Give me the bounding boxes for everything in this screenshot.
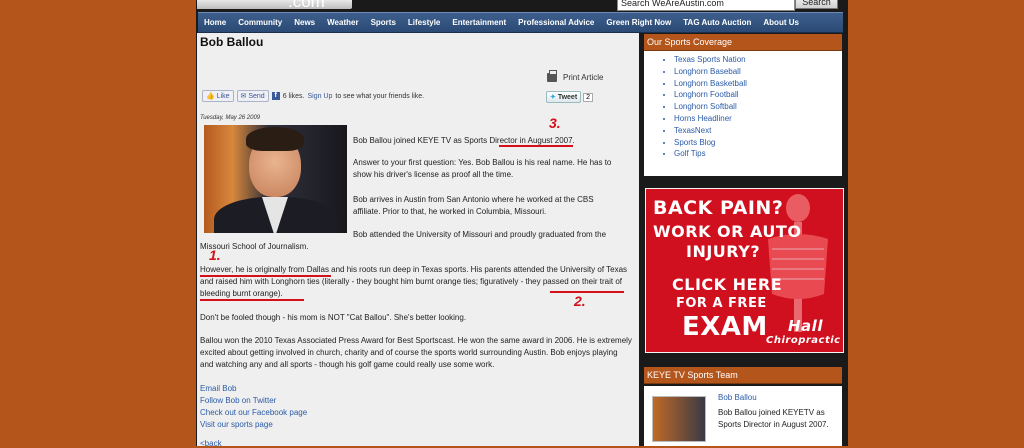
facebook-widget: 👍 Like ✉ Send f 6 likes. Sign Up to see … [202, 90, 424, 102]
ad-headline-6: EXAM [682, 312, 768, 342]
team-member-desc: Bob Ballou joined KEYETV as Sports Direc… [718, 408, 829, 429]
coverage-link[interactable]: Longhorn Basketball [674, 78, 842, 90]
facebook-signup-text: to see what your friends like. [335, 92, 425, 100]
article-date: Tuesday, May 26 2009 [200, 115, 261, 121]
annotation-2: 2. [574, 293, 586, 309]
paragraph-dallas: However, he is originally from Dallas an… [200, 265, 628, 298]
nav-tag-auto-auction[interactable]: TAG Auto Auction [677, 18, 757, 27]
coverage-link[interactable]: Golf Tips [674, 148, 842, 160]
coverage-link[interactable]: Sports Blog [674, 137, 842, 149]
nav-news[interactable]: News [288, 18, 321, 27]
search-input[interactable] [617, 0, 795, 11]
tweet-button[interactable]: ✦ Tweet [546, 91, 582, 103]
tweet-widget: ✦ Tweet 2 [546, 91, 594, 103]
nav-green-right-now[interactable]: Green Right Now [600, 18, 677, 27]
ad-headline-3: INJURY? [686, 242, 761, 261]
coverage-link[interactable]: Longhorn Baseball [674, 66, 842, 78]
annotation-2-underline-b [550, 291, 624, 293]
annotation-2-underline-a [200, 299, 304, 301]
chiropractic-ad-banner[interactable]: BACK PAIN? WORK OR AUTO INJURY? CLICK HE… [645, 188, 844, 353]
printer-icon [547, 70, 557, 82]
photo-hair [246, 127, 304, 151]
email-bob-link[interactable]: Email Bob [200, 383, 307, 395]
nav-community[interactable]: Community [232, 18, 288, 27]
annotation-3: 3. [549, 115, 561, 131]
ad-headline-2: WORK OR AUTO [653, 222, 802, 241]
nav-entertainment[interactable]: Entertainment [446, 18, 512, 27]
facebook-signup-link[interactable]: Sign Up [307, 93, 332, 100]
paragraph-san-antonio: Bob arrives in Austin from San Antonio w… [353, 195, 594, 216]
follow-bob-twitter-link[interactable]: Follow Bob on Twitter [200, 395, 307, 407]
print-article-label: Print Article [563, 73, 604, 82]
sports-page-link[interactable]: Visit our sports page [200, 419, 307, 431]
coverage-link[interactable]: Texas Sports Nation [674, 54, 842, 66]
coverage-link[interactable]: TexasNext [674, 125, 842, 137]
bob-ballou-photo [204, 125, 347, 233]
back-link[interactable]: <back [200, 439, 222, 448]
ad-headline-4: CLICK HERE [672, 275, 783, 294]
coverage-link[interactable]: Longhorn Softball [674, 101, 842, 113]
sports-team-box: Bob Ballou Bob Ballou joined KEYETV as S… [644, 386, 842, 446]
paragraph-real-name: Answer to your first question: Yes. Bob … [353, 158, 612, 179]
facebook-send-button[interactable]: ✉ Send [236, 90, 269, 102]
annotation-1-underline [200, 275, 331, 277]
twitter-bird-icon: ✦ [550, 94, 556, 101]
main-nav: Home Community News Weather Sports Lifes… [198, 12, 843, 33]
nav-professional-advice[interactable]: Professional Advice [512, 18, 600, 27]
coverage-link[interactable]: Longhorn Football [674, 89, 842, 101]
ad-headline-1: BACK PAIN? [653, 197, 784, 219]
print-article-button[interactable]: Print Article [547, 70, 604, 82]
nav-about-us[interactable]: About Us [757, 18, 805, 27]
nav-lifestyle[interactable]: Lifestyle [402, 18, 446, 27]
facebook-like-button[interactable]: 👍 Like [202, 90, 234, 102]
team-member-name[interactable]: Bob Ballou [718, 393, 757, 402]
paragraph-missouri-a: Bob attended the University of Missouri … [353, 230, 607, 239]
sports-team-header: KEYE TV Sports Team [644, 367, 842, 384]
article-panel: Bob Ballou Print Article 👍 Like ✉ Send f… [197, 33, 639, 448]
annotation-3-underline [499, 145, 573, 147]
search-button[interactable]: Search [795, 0, 838, 9]
nav-sports[interactable]: Sports [365, 18, 402, 27]
team-member-photo[interactable] [652, 396, 706, 442]
coverage-link[interactable]: Horns Headliner [674, 113, 842, 125]
facebook-like-count: 6 likes. [282, 92, 305, 100]
paragraph-cat-ballou: Don't be fooled though - his mom is NOT … [200, 313, 467, 322]
site-logo[interactable] [197, 0, 352, 9]
nav-weather[interactable]: Weather [321, 18, 364, 27]
page-title: Bob Ballou [200, 35, 264, 49]
tweet-count: 2 [583, 92, 594, 102]
ad-headline-5: FOR A FREE [676, 296, 767, 311]
site-logo-text: .com [288, 0, 325, 11]
facebook-icon: f [271, 92, 280, 100]
annotation-1: 1. [209, 247, 221, 263]
paragraph-award: Ballou won the 2010 Texas Associated Pre… [200, 336, 632, 369]
facebook-page-link[interactable]: Check out our Facebook page [200, 407, 307, 419]
ad-brand: Hall [788, 317, 823, 335]
article-links: Email Bob Follow Bob on Twitter Check ou… [200, 383, 307, 431]
ad-brand-sub: Chiropractic [766, 335, 841, 346]
nav-home[interactable]: Home [198, 18, 232, 27]
sports-coverage-box: Texas Sports Nation Longhorn Baseball Lo… [644, 51, 842, 176]
august-2007-text: August 2007 [527, 136, 573, 145]
sports-coverage-header: Our Sports Coverage [644, 34, 842, 51]
